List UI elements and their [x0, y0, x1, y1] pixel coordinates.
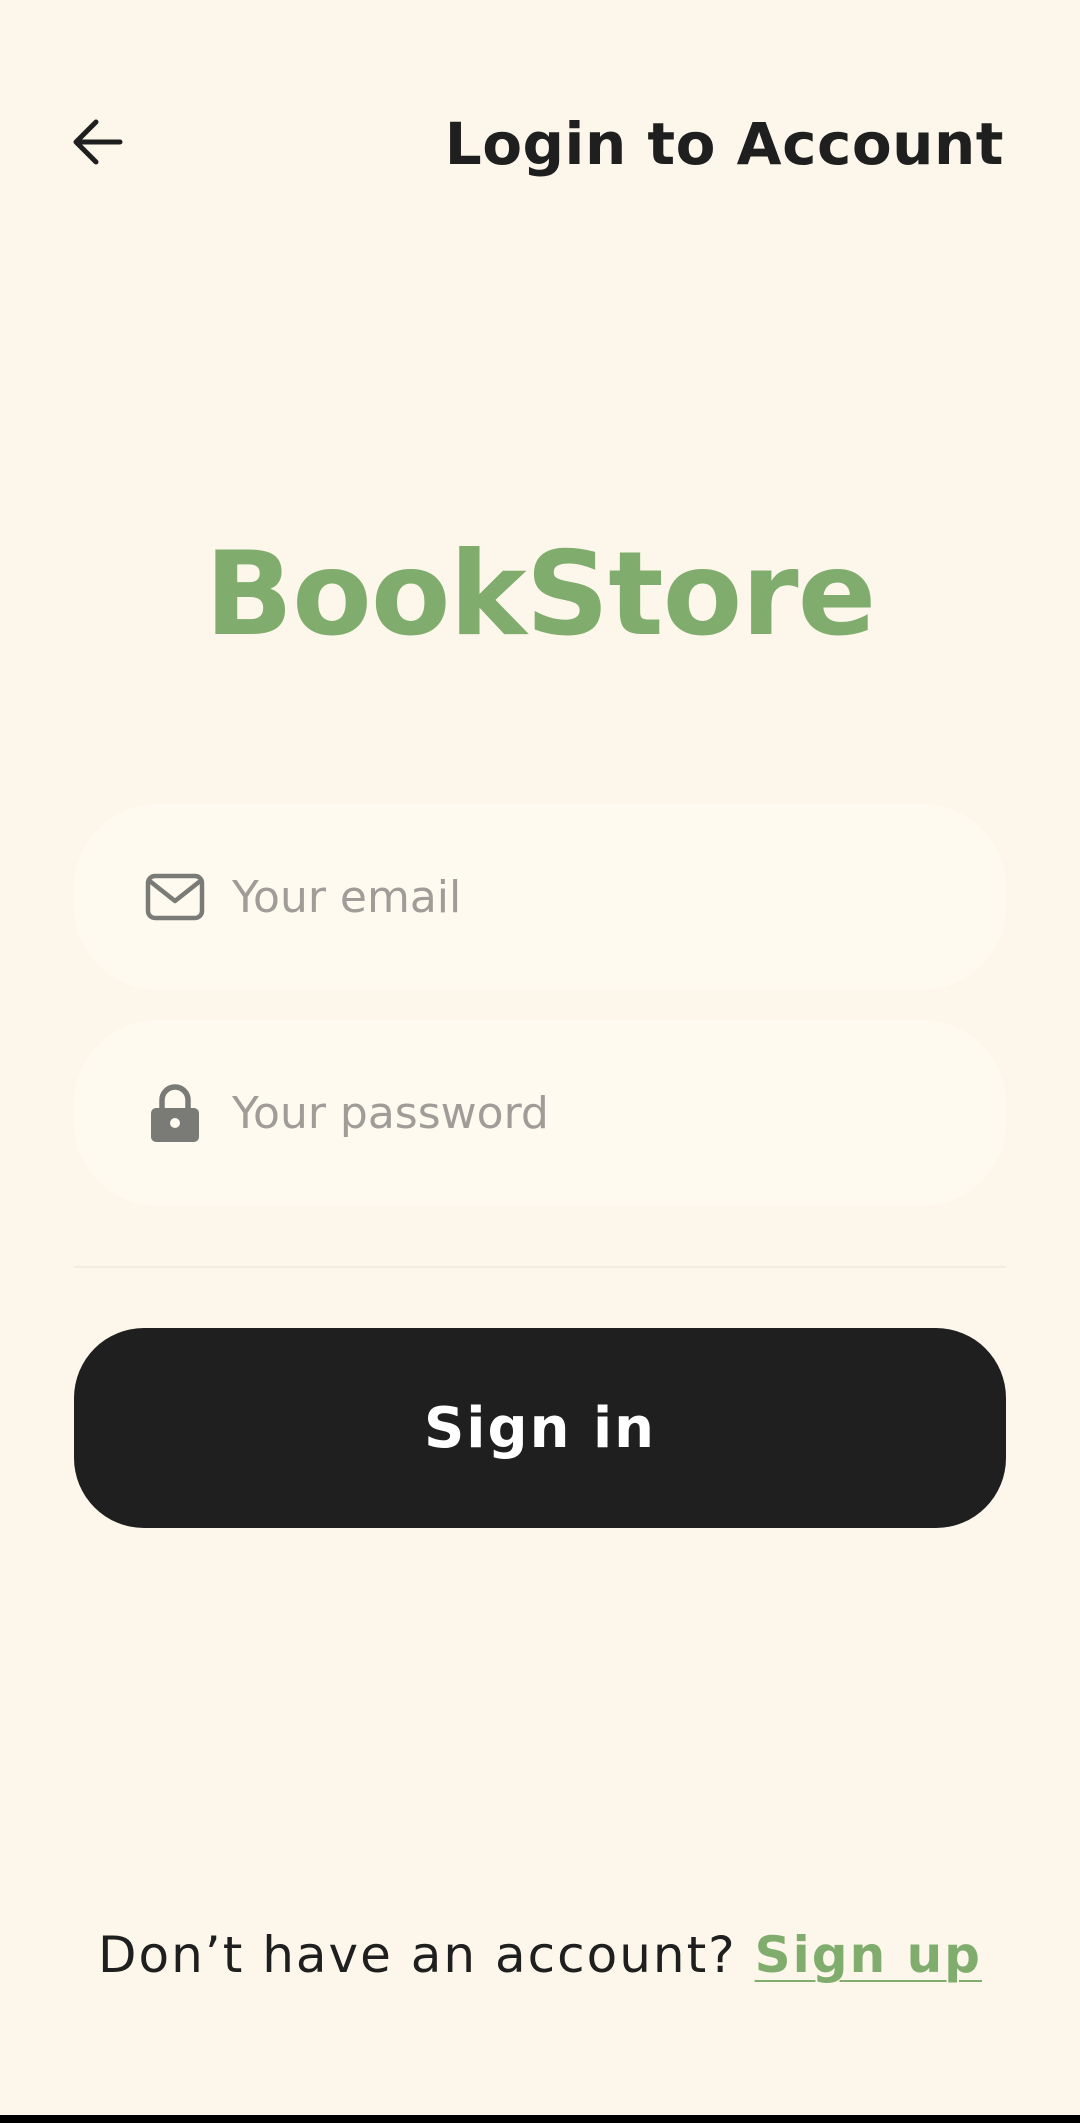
app-header: Login to Account — [0, 0, 1080, 290]
sign-up-link[interactable]: Sign up — [755, 1926, 982, 1984]
signup-prompt-text: Don’t have an account? — [98, 1926, 737, 1984]
envelope-icon — [140, 862, 210, 932]
system-bottom-bar — [0, 2115, 1080, 2123]
page-title: Login to Account — [444, 110, 1004, 178]
arrow-left-icon — [73, 119, 123, 165]
back-button[interactable] — [70, 100, 166, 184]
password-field-container[interactable] — [74, 1020, 1006, 1206]
password-input[interactable] — [232, 1073, 952, 1153]
email-field-container[interactable] — [74, 804, 1006, 990]
brand-logo-text: BookStore — [204, 527, 877, 662]
form-divider — [74, 1266, 1006, 1268]
signup-prompt: Don’t have an account? Sign up — [0, 1920, 1080, 1990]
lock-icon — [140, 1078, 210, 1148]
email-input[interactable] — [232, 857, 952, 937]
sign-in-button[interactable]: Sign in — [74, 1328, 1006, 1528]
